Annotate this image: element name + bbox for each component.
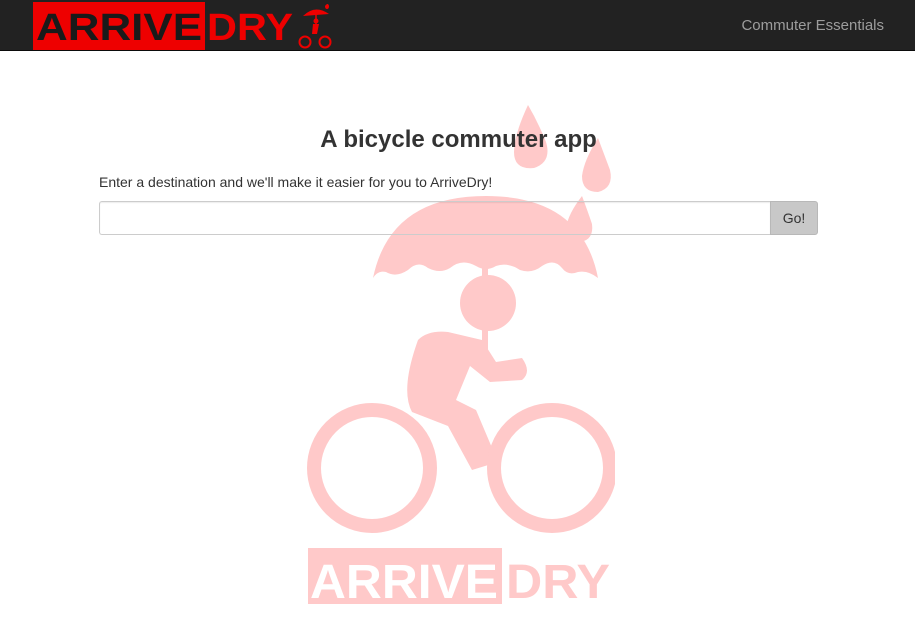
main-content: A bicycle commuter app Enter a destinati… [99,118,818,235]
cyclist-icon [307,275,615,533]
watermark-text-arrive: ARRIVE [310,556,498,609]
brand-logo[interactable]: ARRIVE DRY [33,2,333,50]
nav-link-commuter-essentials[interactable]: Commuter Essentials [741,17,884,34]
brand-logo-text-arrive: ARRIVE [36,7,202,49]
cyclist-umbrella-icon [298,4,332,49]
navbar: ARRIVE DRY Commuter Essentials [0,0,915,51]
brand-logo-text-dry: DRY [207,7,293,49]
page-title: A bicycle commuter app [320,126,597,153]
go-button[interactable]: Go! [770,201,818,235]
destination-search-group: Go! [99,201,818,235]
watermark-wordmark: ARRIVE DRY [308,548,610,609]
destination-prompt: Enter a destination and we'll make it ea… [99,174,493,190]
watermark-text-dry: DRY [506,556,610,609]
destination-input[interactable] [99,201,770,235]
